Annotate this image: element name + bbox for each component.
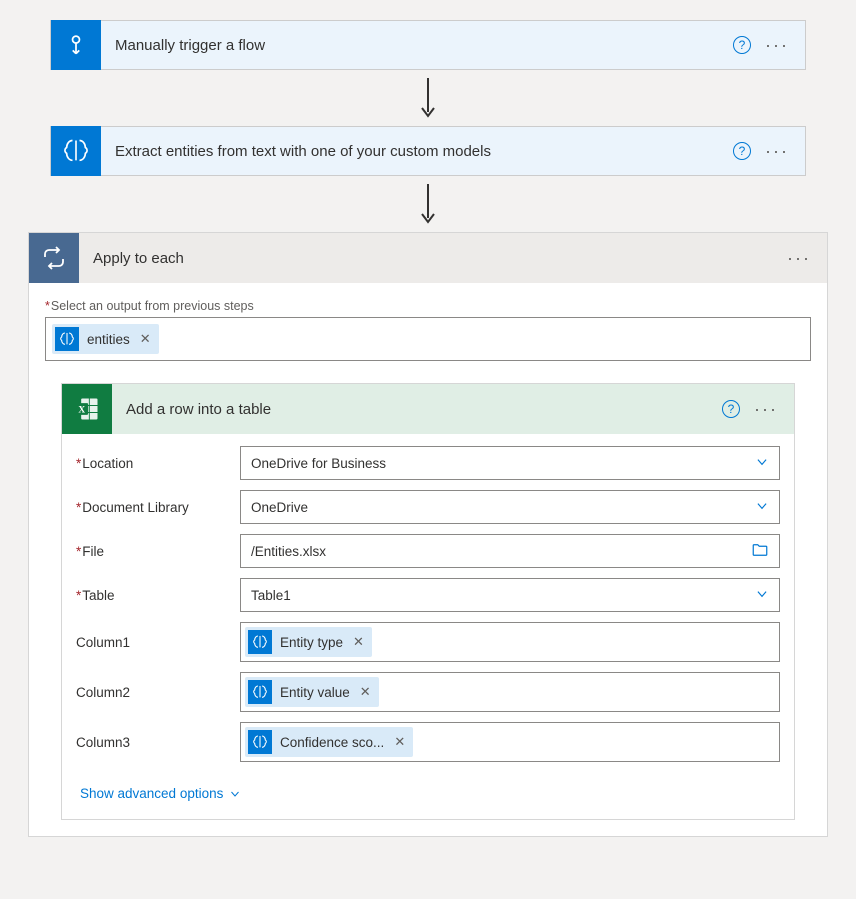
token-entity-type[interactable]: Entity type ✕: [245, 627, 372, 657]
more-menu[interactable]: ···: [765, 36, 789, 54]
folder-icon[interactable]: [751, 541, 769, 562]
ai-builder-icon: [248, 730, 272, 754]
ai-builder-icon: [55, 327, 79, 351]
chevron-down-icon: [755, 587, 769, 604]
table-select[interactable]: Table1: [240, 578, 780, 612]
token-remove[interactable]: ✕: [351, 634, 364, 650]
step-apply-to-each: Apply to each ··· *Select an output from…: [28, 232, 828, 837]
library-select[interactable]: OneDrive: [240, 490, 780, 524]
column1-field[interactable]: Entity type ✕: [240, 622, 780, 662]
step-trigger[interactable]: Manually trigger a flow ? ···: [50, 20, 806, 70]
loop-icon: [29, 233, 79, 283]
more-menu[interactable]: ···: [787, 249, 811, 267]
step-excel-add-row: X Add a row into a table ? ··· *Location…: [61, 383, 795, 820]
help-icon[interactable]: ?: [733, 142, 751, 160]
ai-builder-icon: [248, 680, 272, 704]
connector-arrow: [0, 76, 856, 120]
file-label: *File: [76, 544, 240, 559]
trigger-icon: [51, 20, 101, 70]
apply-select-label: *Select an output from previous steps: [45, 299, 811, 313]
more-menu[interactable]: ···: [754, 400, 778, 418]
svg-text:X: X: [78, 406, 85, 416]
excel-icon: X: [62, 384, 112, 434]
ai-builder-icon: [248, 630, 272, 654]
step-extract-title: Extract entities from text with one of y…: [101, 143, 733, 160]
apply-title: Apply to each: [79, 250, 787, 267]
show-advanced-options[interactable]: Show advanced options: [80, 786, 241, 801]
column2-label: Column2: [76, 685, 240, 700]
chevron-down-icon: [755, 499, 769, 516]
ai-builder-icon: [51, 126, 101, 176]
column3-field[interactable]: Confidence sco... ✕: [240, 722, 780, 762]
excel-title: Add a row into a table: [112, 401, 722, 418]
token-remove[interactable]: ✕: [358, 684, 371, 700]
token-remove[interactable]: ✕: [138, 331, 151, 347]
more-menu[interactable]: ···: [765, 142, 789, 160]
chevron-down-icon: [755, 455, 769, 472]
library-label: *Document Library: [76, 500, 240, 515]
column2-field[interactable]: Entity value ✕: [240, 672, 780, 712]
location-label: *Location: [76, 456, 240, 471]
excel-header[interactable]: X Add a row into a table ? ···: [62, 384, 794, 434]
table-label: *Table: [76, 588, 240, 603]
column3-label: Column3: [76, 735, 240, 750]
apply-output-field[interactable]: entities ✕: [45, 317, 811, 361]
token-entity-value[interactable]: Entity value ✕: [245, 677, 379, 707]
connector-arrow: [0, 182, 856, 226]
token-remove[interactable]: ✕: [392, 734, 405, 750]
file-picker[interactable]: /Entities.xlsx: [240, 534, 780, 568]
apply-header[interactable]: Apply to each ···: [29, 233, 827, 283]
token-confidence-score[interactable]: Confidence sco... ✕: [245, 727, 413, 757]
location-select[interactable]: OneDrive for Business: [240, 446, 780, 480]
token-label: entities: [87, 332, 130, 347]
token-entities[interactable]: entities ✕: [52, 324, 159, 354]
help-icon[interactable]: ?: [722, 400, 740, 418]
step-trigger-title: Manually trigger a flow: [101, 37, 733, 54]
column1-label: Column1: [76, 635, 240, 650]
step-extract[interactable]: Extract entities from text with one of y…: [50, 126, 806, 176]
help-icon[interactable]: ?: [733, 36, 751, 54]
